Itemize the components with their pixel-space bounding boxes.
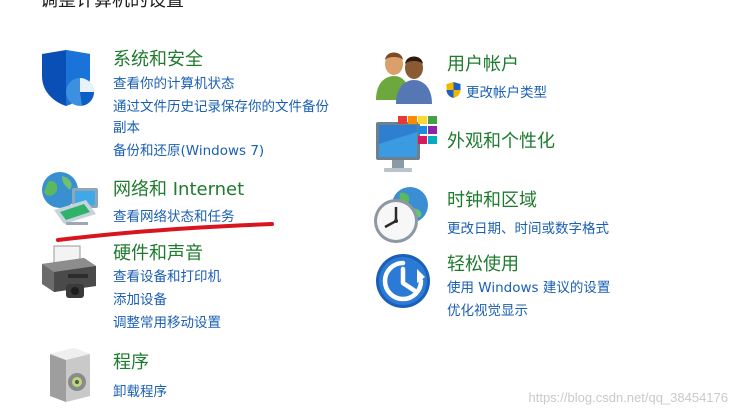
link-file-history-backup[interactable]: 通过文件历史记录保存你的文件备份: [113, 95, 329, 115]
category-title-programs[interactable]: 程序: [113, 348, 149, 374]
network-globe-icon: [42, 172, 98, 225]
link-devices-printers[interactable]: 查看设备和打印机: [113, 265, 221, 285]
link-change-account-type[interactable]: 更改帐户类型: [466, 81, 547, 101]
watermark: https://blog.csdn.net/qq_38454176: [528, 390, 729, 405]
page-title: 调整计算机的设置: [40, 0, 184, 11]
link-change-date-time-format[interactable]: 更改日期、时间或数字格式: [447, 217, 609, 237]
category-title-clock-region[interactable]: 时钟和区域: [447, 186, 537, 212]
link-view-computer-status[interactable]: 查看你的计算机状态: [113, 72, 235, 92]
category-title-user-accounts[interactable]: 用户帐户: [447, 50, 519, 76]
category-title-network-internet[interactable]: 网络和 Internet: [113, 175, 244, 201]
category-title-appearance[interactable]: 外观和个性化: [447, 127, 555, 153]
category-title-hardware-sound[interactable]: 硬件和声音: [113, 239, 203, 265]
printer-icon: [42, 245, 96, 298]
clock-globe-icon: [374, 187, 428, 243]
red-underline-annotation: [56, 222, 274, 242]
link-backup-restore[interactable]: 备份和还原(Windows 7): [113, 139, 264, 159]
link-file-history-backup-cont[interactable]: 副本: [113, 116, 140, 136]
monitor-palette-icon: [376, 116, 437, 172]
link-mobility-settings[interactable]: 调整常用移动设置: [113, 311, 221, 331]
uac-shield-icon: [446, 82, 461, 98]
link-add-device[interactable]: 添加设备: [113, 288, 167, 308]
users-icon: [376, 52, 432, 104]
link-windows-recommended-settings[interactable]: 使用 Windows 建议的设置: [447, 276, 610, 296]
programs-box-icon: [50, 348, 90, 402]
link-view-network-status[interactable]: 查看网络状态和任务: [113, 205, 235, 225]
ease-of-access-icon: [376, 254, 430, 308]
link-optimize-visual-display[interactable]: 优化视觉显示: [447, 299, 528, 319]
link-uninstall-program[interactable]: 卸载程序: [113, 380, 167, 400]
category-title-system-security[interactable]: 系统和安全: [113, 45, 203, 71]
category-title-ease-of-access[interactable]: 轻松使用: [447, 250, 519, 276]
shield-icon: [42, 50, 94, 106]
